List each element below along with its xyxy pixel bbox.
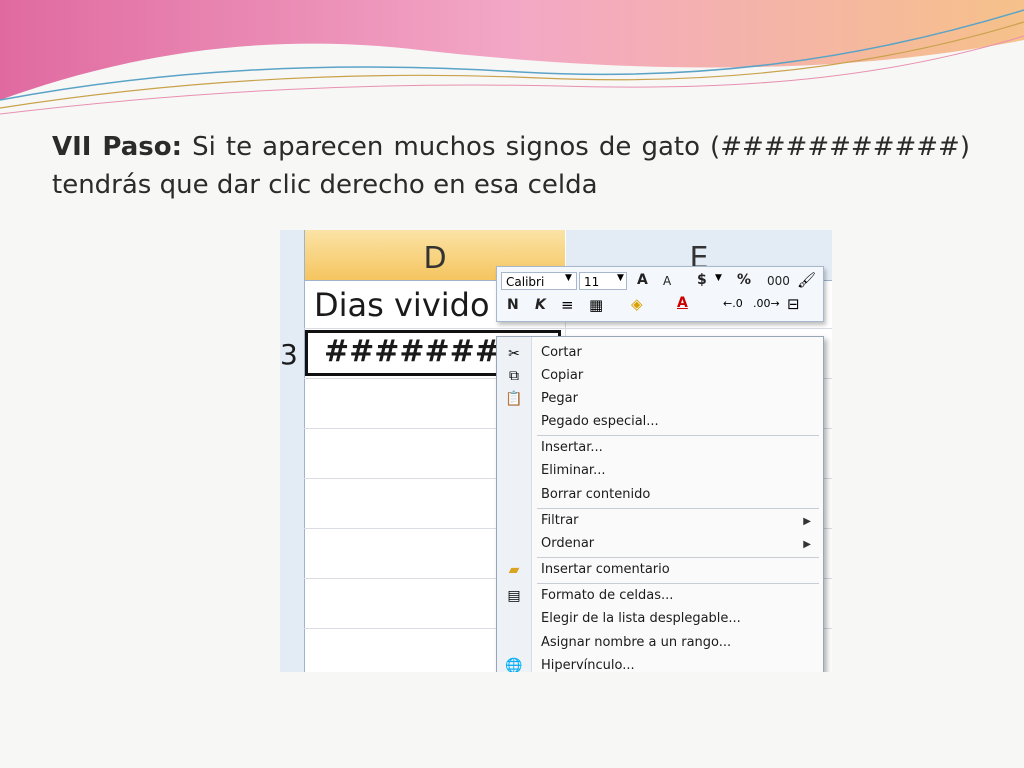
merge-center-icon[interactable]: ⊟ — [787, 295, 800, 313]
menu-item-delete[interactable]: Eliminar... — [541, 461, 605, 481]
hyperlink-globe-icon: 🌐 — [505, 658, 523, 672]
shrink-font-button[interactable]: A — [663, 274, 671, 288]
menu-icon-gutter — [497, 337, 532, 672]
menu-item-sort[interactable]: Ordenar — [541, 534, 594, 554]
corner-header — [280, 230, 305, 280]
filter-submenu-arrow-icon: ▶ — [803, 516, 811, 527]
thousands-button[interactable]: 000 — [767, 274, 790, 288]
format-painter-icon[interactable]: 🖌 — [797, 271, 816, 289]
borders-icon[interactable]: ▦ — [589, 296, 603, 314]
menu-item-clear-contents[interactable]: Borrar contenido — [541, 485, 650, 505]
cell-d2-header[interactable]: Dias vivido — [314, 286, 490, 324]
excel-screenshot: D E 3 Dias vivido ######### Calibri ▼ 11… — [280, 230, 832, 672]
menu-item-insert[interactable]: Insertar... — [541, 438, 603, 458]
menu-item-insert-comment[interactable]: Insertar comentario — [541, 560, 670, 580]
format-cells-icon: ▤ — [507, 588, 521, 604]
fill-color-icon[interactable]: ◈ — [631, 295, 643, 313]
font-color-button[interactable]: A — [677, 295, 688, 311]
percent-button[interactable]: % — [737, 272, 751, 288]
menu-item-hyperlink[interactable]: Hipervínculo... — [541, 656, 635, 672]
grow-font-button[interactable]: A — [637, 272, 648, 288]
size-dropdown-icon[interactable]: ▼ — [617, 273, 624, 283]
menu-item-cut[interactable]: Cortar — [541, 343, 582, 363]
sort-submenu-arrow-icon: ▶ — [803, 539, 811, 550]
italic-button[interactable]: K — [535, 297, 546, 313]
decrease-decimal-icon[interactable]: .00→ — [753, 297, 780, 310]
mini-toolbar: Calibri ▼ 11 ▼ A A $ ▼ % 000 🖌 N K ≡ ▦ ◈… — [496, 266, 824, 322]
currency-button[interactable]: $ — [697, 272, 707, 288]
copy-icon: ⧉ — [509, 368, 519, 384]
menu-item-paste[interactable]: Pegar — [541, 389, 578, 409]
bold-button[interactable]: N — [507, 297, 519, 313]
center-align-icon[interactable]: ≡ — [561, 296, 574, 314]
menu-item-paste-special[interactable]: Pegado especial... — [541, 412, 659, 432]
decorative-banner — [0, 0, 1024, 115]
menu-item-copy[interactable]: Copiar — [541, 366, 583, 386]
currency-dropdown-icon[interactable]: ▼ — [715, 273, 722, 283]
step-text: Si te aparecen muchos signos de gato (##… — [52, 132, 970, 200]
comment-icon: ▰ — [508, 562, 520, 578]
paste-icon: 📋 — [505, 391, 523, 407]
menu-item-format-cells[interactable]: Formato de celdas... — [541, 586, 673, 606]
font-dropdown-icon[interactable]: ▼ — [565, 273, 572, 283]
scissors-icon: ✂ — [508, 346, 520, 362]
step-instruction: VII Paso: Si te aparecen muchos signos d… — [52, 128, 970, 204]
step-label: VII Paso: — [52, 132, 182, 162]
increase-decimal-icon[interactable]: ←.0 — [723, 297, 743, 310]
menu-item-filter[interactable]: Filtrar — [541, 511, 579, 531]
context-menu: ✂ Cortar ⧉ Copiar 📋 Pegar Pegado especia… — [496, 336, 824, 672]
menu-item-name-range[interactable]: Asignar nombre a un rango... — [541, 633, 731, 653]
menu-item-pick-from-list[interactable]: Elegir de la lista desplegable... — [541, 609, 741, 629]
row-number-3: 3 — [280, 338, 298, 371]
